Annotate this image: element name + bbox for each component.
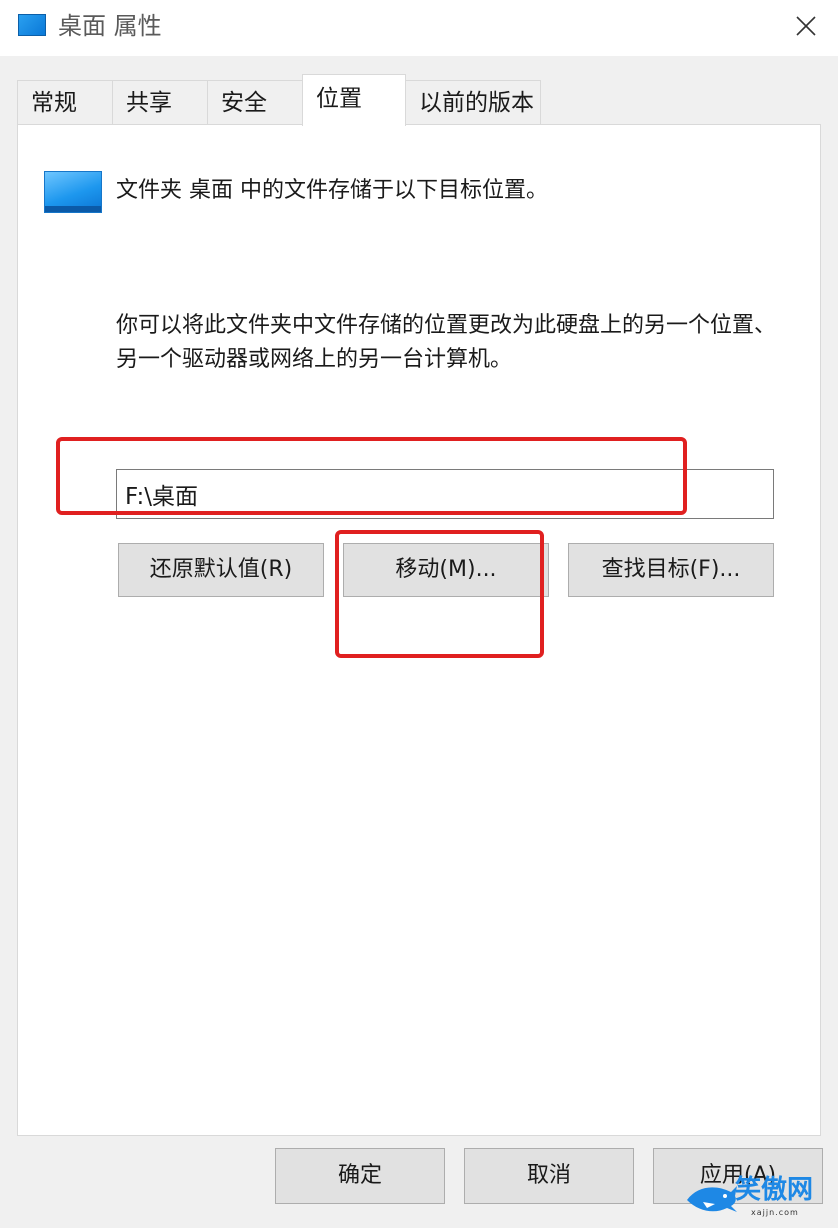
- move-button[interactable]: 移动(M)...: [343, 543, 549, 597]
- cancel-button[interactable]: 取消: [464, 1148, 634, 1204]
- location-description: 文件夹 桌面 中的文件存储于以下目标位置。: [116, 178, 548, 203]
- tab-location[interactable]: 位置: [302, 74, 406, 126]
- restore-default-button[interactable]: 还原默认值(R): [118, 543, 324, 597]
- location-explanation: 你可以将此文件夹中文件存储的位置更改为此硬盘上的另一个位置、另一个驱动器或网络上…: [116, 313, 777, 372]
- find-target-button[interactable]: 查找目标(F)...: [568, 543, 774, 597]
- desktop-folder-icon: [44, 171, 102, 213]
- tab-general[interactable]: 常规: [17, 80, 113, 125]
- watermark-subtext: xajjn.com: [751, 1208, 799, 1217]
- properties-dialog: 桌面 属性 常规 共享 安全 位置 以前的版本 文件夹 桌面 中的文件存储于以下…: [0, 0, 838, 1228]
- close-icon: [796, 16, 816, 36]
- location-panel: 文件夹 桌面 中的文件存储于以下目标位置。 你可以将此文件夹中文件存储的位置更改…: [17, 124, 821, 1136]
- close-button[interactable]: [784, 6, 828, 46]
- desktop-folder-icon: [18, 14, 46, 36]
- window-title: 桌面 属性: [58, 12, 162, 40]
- title-bar: 桌面 属性: [0, 0, 838, 56]
- tab-sharing[interactable]: 共享: [112, 80, 208, 125]
- tab-previous-versions[interactable]: 以前的版本: [405, 80, 541, 125]
- path-input[interactable]: [116, 469, 774, 519]
- ok-button[interactable]: 确定: [275, 1148, 445, 1204]
- apply-button[interactable]: 应用(A): [653, 1148, 823, 1204]
- tab-security[interactable]: 安全: [207, 80, 303, 125]
